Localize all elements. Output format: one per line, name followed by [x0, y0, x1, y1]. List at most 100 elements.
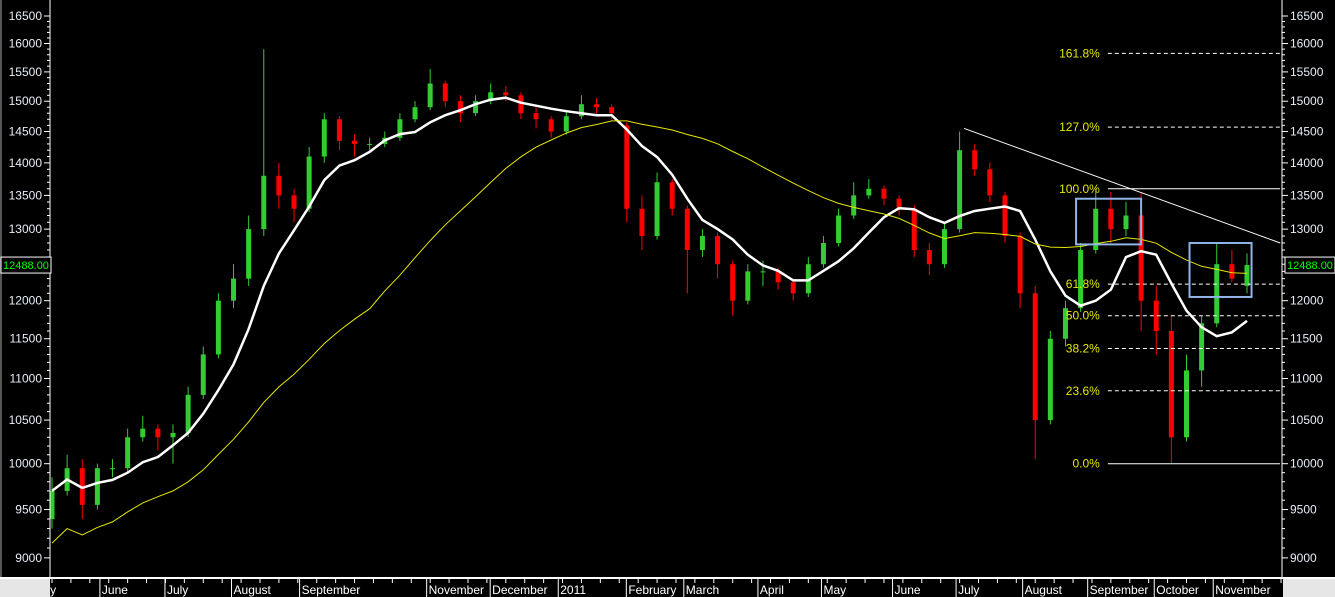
candle-down: [548, 119, 554, 132]
candle-up: [1047, 338, 1053, 421]
fib-level-label: 100.0%: [1059, 182, 1100, 196]
y-tick-label-left: 9500: [15, 503, 42, 517]
candle-up: [261, 175, 267, 230]
y-tick-label-right: 11000: [1290, 371, 1323, 385]
y-tick-label-right: 11500: [1290, 332, 1323, 346]
month-label: September: [302, 583, 361, 597]
month-label: August: [1025, 583, 1063, 597]
candle-up: [851, 195, 857, 216]
fib-level-label: 0.0%: [1072, 457, 1100, 471]
candle-down: [503, 92, 509, 96]
candle-down: [987, 169, 993, 196]
month-label: March: [686, 583, 719, 597]
candle-down: [442, 83, 448, 102]
fib-level-label: 127.0%: [1059, 120, 1100, 134]
candle-down: [790, 282, 796, 294]
stock-chart: 161.8% 127.0% 100.0% 61.8% 50.0% 38.2% 23.6% 0.…: [0, 0, 1335, 597]
month-label: July: [167, 583, 188, 597]
candle-up: [412, 107, 418, 120]
y-tick-label-left: 9000: [15, 551, 42, 565]
candle-down: [155, 428, 161, 438]
candle-up: [836, 215, 842, 244]
candle-up: [367, 143, 373, 145]
candle-down: [1032, 293, 1038, 421]
axis-corner-left: [0, 579, 50, 597]
y-tick-label-left: 11500: [10, 332, 43, 346]
fib-level-label: 61.8%: [1066, 277, 1100, 291]
candle-down: [881, 188, 887, 199]
month-label: February: [628, 583, 676, 597]
candle-up: [170, 432, 176, 438]
candle-down: [336, 119, 342, 141]
candle-up: [200, 354, 206, 395]
candle-up: [1183, 370, 1189, 438]
month-label: September: [1090, 583, 1149, 597]
candle-down: [684, 208, 690, 251]
candle-down: [926, 250, 932, 265]
candle-down: [639, 208, 645, 237]
candle-down: [972, 150, 978, 170]
chart-background: [0, 0, 1335, 597]
y-tick-label-left: 12000: [9, 294, 43, 308]
candle-down: [291, 195, 297, 209]
candle-up: [820, 243, 826, 265]
y-tick-label-left: 14000: [9, 156, 43, 170]
month-label: 2011: [560, 583, 586, 597]
last-price-label-right: 12488.00: [1287, 260, 1333, 272]
candle-up: [185, 394, 191, 433]
candle-down: [276, 175, 282, 196]
candle-down: [624, 125, 630, 209]
candle-down: [1017, 236, 1023, 294]
candle-up: [1123, 215, 1129, 230]
left-border: [0, 0, 2, 578]
candle-down: [669, 182, 675, 209]
candle-up: [427, 83, 433, 108]
candle-down: [1108, 208, 1114, 230]
month-label: October: [1156, 583, 1199, 597]
candle-down: [911, 208, 917, 251]
y-tick-label-right: 10000: [1290, 457, 1324, 471]
month-label: August: [234, 583, 272, 597]
y-tick-label-right: 14500: [1290, 125, 1324, 139]
month-label: December: [492, 583, 547, 597]
y-tick-label-right: 9000: [1290, 551, 1317, 565]
y-tick-label-left: 15000: [9, 94, 43, 108]
y-tick-label-left: 11000: [10, 371, 43, 385]
month-label: May: [823, 583, 846, 597]
candle-up: [654, 182, 660, 237]
y-tick-label-right: 9500: [1290, 503, 1317, 517]
fib-level-label: 50.0%: [1066, 309, 1100, 323]
month-label: June: [895, 583, 921, 597]
y-tick-label-right: 16500: [1290, 9, 1324, 23]
month-label: April: [760, 583, 784, 597]
y-tick-label-right: 15000: [1290, 94, 1324, 108]
candle-up: [941, 229, 947, 265]
y-tick-label-left: 13000: [9, 222, 43, 236]
y-tick-label-right: 12000: [1290, 294, 1324, 308]
y-tick-label-left: 10000: [9, 457, 43, 471]
candle-up: [94, 468, 100, 505]
month-label: November: [1215, 583, 1270, 597]
candle-up: [125, 437, 131, 469]
candle-down: [1168, 331, 1174, 438]
candle-up: [866, 188, 872, 196]
y-tick-label-left: 10500: [9, 413, 43, 427]
y-tick-label-right: 14000: [1290, 156, 1324, 170]
candle-up: [1244, 265, 1250, 286]
y-tick-label-left: 16500: [9, 9, 43, 23]
y-tick-label-right: 10500: [1290, 413, 1324, 427]
candle-up: [321, 119, 327, 157]
candle-down: [715, 236, 721, 265]
candle-up: [110, 468, 116, 470]
month-label: July: [958, 583, 979, 597]
y-tick-label-right: 15500: [1290, 65, 1324, 79]
y-tick-label-left: 16000: [9, 37, 43, 51]
candle-down: [1002, 195, 1008, 237]
month-label: June: [102, 583, 128, 597]
candle-up: [215, 300, 221, 355]
axis-corner-right: [1283, 579, 1335, 597]
candle-up: [231, 278, 237, 301]
y-tick-label-left: 13500: [9, 188, 43, 202]
fib-level-label: 161.8%: [1059, 46, 1100, 60]
fib-level-label: 38.2%: [1066, 342, 1100, 356]
